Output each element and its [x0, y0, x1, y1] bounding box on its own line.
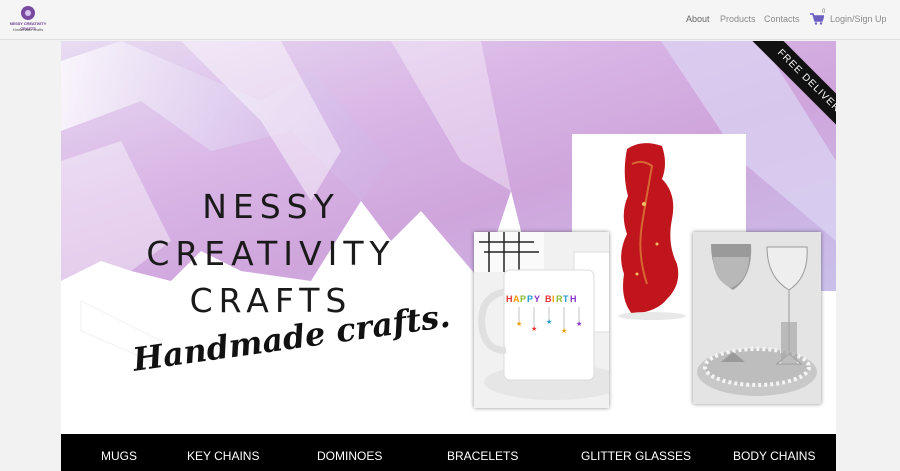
top-navbar: NESSY CREATIVITY CRAFTS Handmade crafts …: [0, 0, 900, 40]
svg-text:B: B: [545, 294, 552, 304]
nav-link-products[interactable]: Products: [720, 14, 756, 24]
svg-text:★: ★: [531, 325, 537, 333]
svg-text:★: ★: [561, 327, 567, 335]
nav-link-about[interactable]: About: [686, 14, 710, 24]
svg-text:P: P: [527, 294, 533, 304]
hero-banner: NESSY CREATIVITY CRAFTS Handmade crafts.…: [61, 41, 836, 434]
birthday-mug-image: H A P P Y B I R T H ★ ★ ★ ★ ★: [474, 232, 609, 408]
cart-count-badge: 0: [822, 9, 826, 15]
hero-title-line1: NESSY: [202, 187, 340, 226]
nav-link-login[interactable]: Login/Sign Up: [830, 14, 887, 24]
category-nav-bar: MUGS KEY CHAINS DOMINOES BRACELETS GLITT…: [61, 434, 836, 471]
logo-mark-icon: [21, 6, 35, 20]
glitter-glasses-photo[interactable]: [693, 232, 821, 404]
svg-text:★: ★: [516, 320, 522, 328]
category-key-chains[interactable]: KEY CHAINS: [187, 449, 259, 463]
svg-text:★: ★: [576, 320, 582, 328]
category-dominoes[interactable]: DOMINOES: [317, 449, 382, 463]
svg-text:T: T: [563, 294, 569, 304]
svg-text:★: ★: [546, 318, 552, 326]
nav-link-contacts[interactable]: Contacts: [764, 14, 800, 24]
brand-logo[interactable]: NESSY CREATIVITY CRAFTS Handmade crafts: [8, 6, 48, 34]
hero-title-line2: CREATIVITY: [146, 234, 396, 273]
birthday-mug-photo[interactable]: H A P P Y B I R T H ★ ★ ★ ★ ★: [474, 232, 609, 408]
svg-text:H: H: [506, 294, 513, 304]
category-glitter-glasses[interactable]: GLITTER GLASSES: [581, 449, 691, 463]
svg-text:I: I: [552, 294, 555, 304]
category-body-chains[interactable]: BODY CHAINS: [733, 449, 815, 463]
svg-text:Y: Y: [534, 294, 540, 304]
svg-text:H: H: [570, 294, 577, 304]
svg-text:P: P: [520, 294, 526, 304]
logo-subtext: Handmade crafts: [12, 27, 44, 32]
category-bracelets[interactable]: BRACELETS: [447, 449, 518, 463]
svg-text:A: A: [513, 294, 520, 304]
svg-text:R: R: [556, 294, 563, 304]
category-mugs[interactable]: MUGS: [101, 449, 137, 463]
glitter-glasses-image: [693, 232, 821, 404]
